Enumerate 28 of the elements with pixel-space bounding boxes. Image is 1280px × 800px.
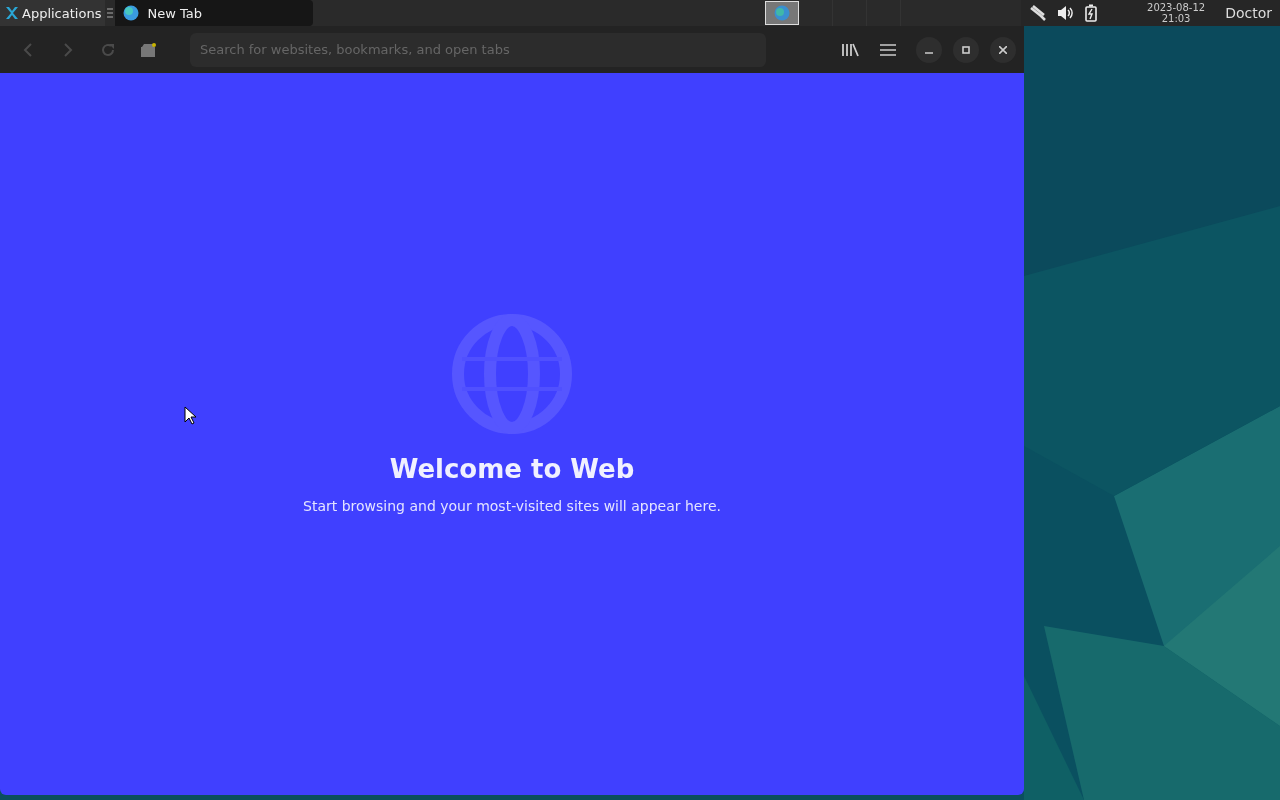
- user-name[interactable]: Doctor: [1225, 5, 1272, 21]
- back-icon: [23, 41, 33, 58]
- battery-icon: [1085, 4, 1097, 22]
- menu-icon: [880, 43, 896, 56]
- maximize-button[interactable]: [953, 36, 979, 63]
- reload-icon: [100, 41, 116, 58]
- minimize-button[interactable]: [916, 36, 942, 63]
- app-logo-icon: [4, 5, 20, 21]
- folder-icon: [140, 42, 156, 57]
- forward-icon: [63, 41, 73, 58]
- cursor-icon: [184, 406, 196, 426]
- welcome-title: Welcome to Web: [389, 454, 635, 484]
- task-button[interactable]: New Tab: [115, 0, 314, 26]
- library-icon: [841, 42, 859, 57]
- menu-icon: [107, 7, 114, 19]
- globe-icon: [123, 5, 140, 21]
- date-text: 2023-08-12: [1147, 2, 1206, 13]
- welcome-message: Start browsing and your most-visited sites will appear here.: [303, 498, 721, 514]
- globe-icon: [774, 5, 790, 21]
- time-text: 21:03: [1161, 13, 1191, 24]
- applications-menu[interactable]: Applications: [0, 0, 106, 26]
- volume-icon: [1057, 5, 1075, 21]
- close-button[interactable]: [990, 36, 1016, 63]
- network-icon: [1029, 5, 1047, 21]
- maximize-icon: [962, 45, 970, 54]
- minimize-icon: [925, 51, 933, 54]
- search-field[interactable]: Search for websites, bookmarks, and open tabs: [190, 32, 766, 67]
- close-icon: [999, 45, 1007, 54]
